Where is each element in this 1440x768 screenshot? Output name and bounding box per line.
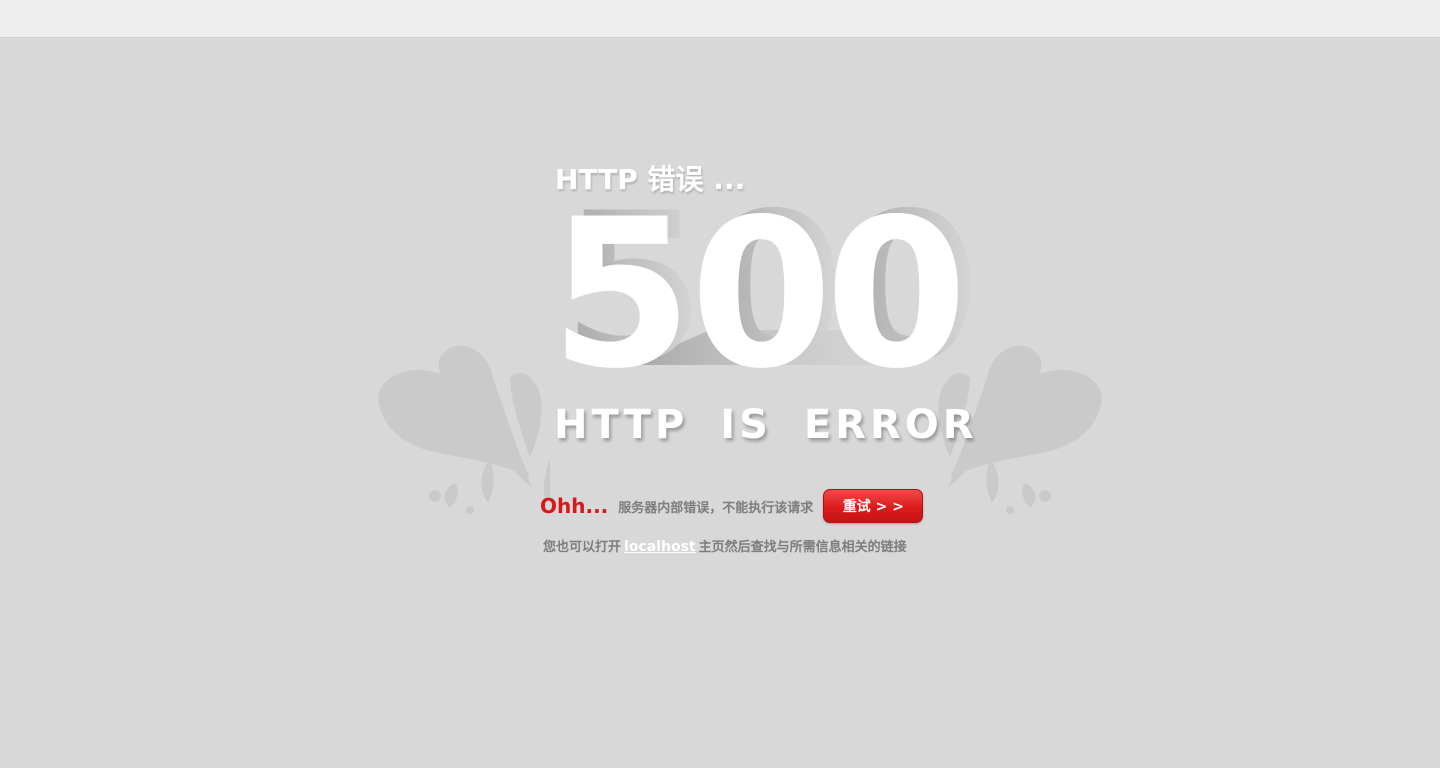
digit-0b: 0 [825,190,968,380]
retry-button[interactable]: 重试 > > [823,489,924,523]
error-code-500: 5 0 0 5 0 0 [550,190,980,380]
hint-prefix: 您也可以打开 [543,540,622,555]
ohh-label: Ohh... [540,494,609,518]
error-page: HTTP 错误 ... 5 0 0 5 0 0 HTTP IS ERROR Oh… [0,38,1440,768]
browser-topbar [0,0,1440,38]
localhost-link[interactable]: localhost [624,539,696,555]
hint-suffix: 主页然后查找与所需信息相关的链接 [698,540,907,555]
hint-text: 您也可以打开 localhost 主页然后查找与所需信息相关的链接 [543,536,907,555]
digit-5: 5 [550,190,693,380]
digit-0: 0 [690,190,833,380]
error-subtitle: HTTP IS ERROR [554,402,978,448]
error-message-row: Ohh... 服务器内部错误，不能执行该请求 重试 > > [540,488,924,524]
error-message: 服务器内部错误，不能执行该请求 [618,500,814,516]
